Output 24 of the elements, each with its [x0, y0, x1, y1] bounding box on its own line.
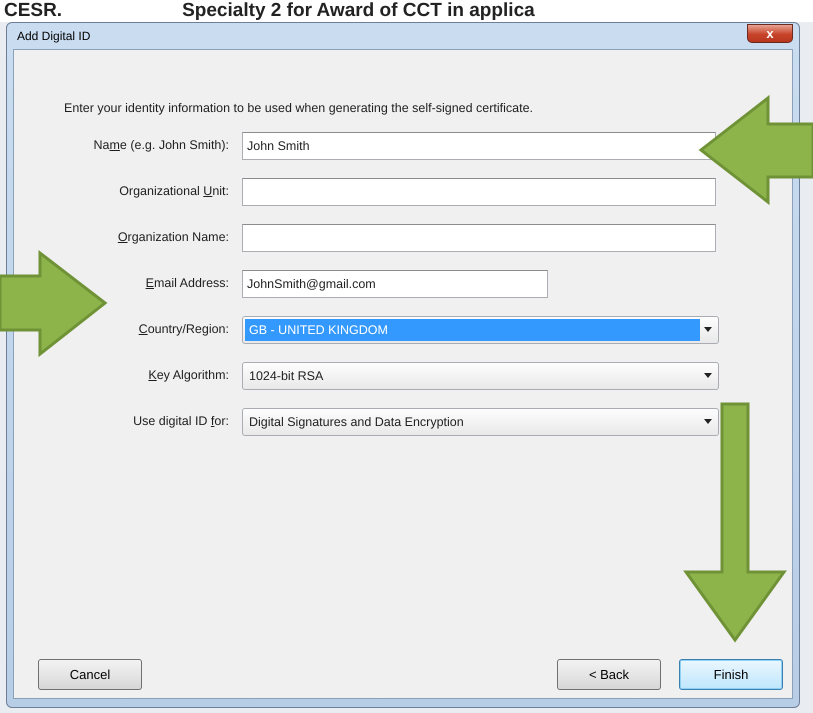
document-text: Specialty 2 for Award of CCT in applica — [182, 0, 535, 22]
caret-icon — [704, 419, 712, 424]
dialog-button[interactable]: Cancel — [38, 659, 142, 690]
dialog-button[interactable]: < Back — [557, 659, 661, 690]
field-label: Organization Name: — [116, 229, 229, 246]
field-label: Use digital ID for: — [132, 413, 229, 430]
field-label: Name (e.g. John Smith): — [92, 137, 229, 154]
field-label: Country/Region: — [138, 321, 229, 338]
field-label: Organizational Unit: — [118, 183, 229, 200]
instruction-text: Enter your identity information to be used when generating the self-signed certificate. — [63, 100, 534, 117]
window-title: Add Digital ID — [16, 28, 90, 45]
document-text: CESR. — [4, 0, 62, 22]
dropdown[interactable]: Digital Signatures and Data Encryption — [242, 408, 719, 436]
caret-icon — [704, 373, 712, 378]
text-field[interactable]: John Smith — [242, 132, 716, 160]
caret-icon — [704, 327, 712, 332]
field-label: Key Algorithm: — [147, 367, 229, 384]
dropdown[interactable]: 1024-bit RSA — [242, 362, 719, 390]
text-field[interactable] — [242, 178, 716, 206]
close-button[interactable]: x — [747, 24, 793, 43]
text-field[interactable]: JohnSmith@gmail.com — [242, 270, 548, 298]
text-field[interactable] — [242, 224, 716, 252]
field-label: Email Address: — [144, 275, 229, 292]
dialog-button[interactable]: Finish — [679, 659, 783, 690]
